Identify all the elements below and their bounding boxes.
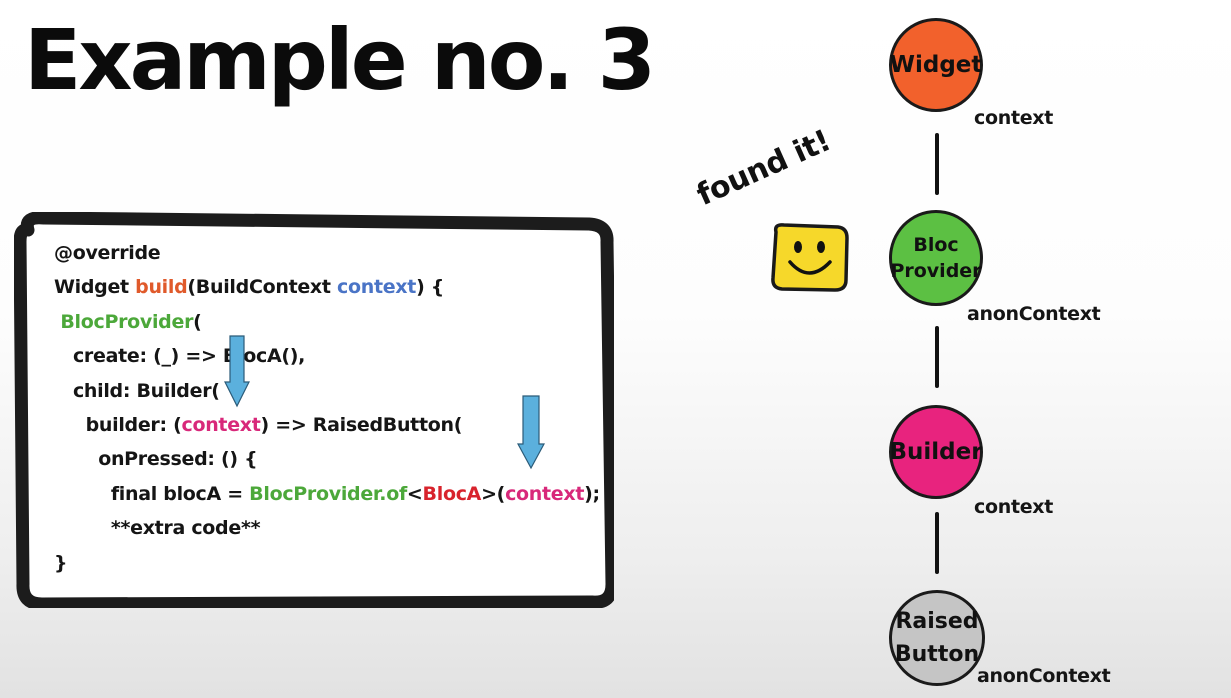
- node-builder: Builder: [889, 405, 983, 499]
- tree-edge: [935, 326, 939, 388]
- page-title: Example no. 3: [24, 11, 656, 109]
- node-label: Widget: [889, 52, 983, 78]
- code-token: BlocA: [422, 482, 482, 505]
- code-token: BlocProvider: [60, 310, 194, 333]
- code-token: Widget: [54, 276, 136, 299]
- found-it-label: found it!: [691, 123, 836, 213]
- node-context-label: anonContext: [977, 665, 1111, 687]
- code-token: build: [135, 276, 188, 299]
- code-token: >(: [481, 482, 506, 505]
- tree-edge: [935, 133, 939, 195]
- code-token: create: (_) => BlocA(),: [54, 345, 306, 368]
- code-token: @override: [54, 242, 161, 264]
- code-token: context: [505, 482, 585, 505]
- code-token: );: [584, 482, 600, 505]
- node-label: Builder: [889, 439, 983, 465]
- node-context-label: context: [974, 496, 1054, 518]
- code-token: BlocProvider.of: [249, 482, 407, 505]
- code-token: (: [193, 310, 202, 333]
- node-bloc-provider: Bloc Provider: [889, 210, 983, 306]
- code-token: }: [54, 551, 68, 574]
- code-token: context: [181, 413, 261, 436]
- node-context-label: anonContext: [967, 303, 1101, 325]
- node-widget: Widget: [889, 18, 983, 112]
- code-line: BlocProvider(: [54, 305, 594, 339]
- node-label: Bloc Provider: [890, 234, 982, 282]
- code-token: ) {: [416, 276, 444, 299]
- smiley-icon: [771, 223, 849, 292]
- code-token: builder: (: [54, 413, 182, 436]
- code-token: **extra code**: [54, 517, 261, 540]
- code-line: onPressed: () {: [54, 442, 594, 476]
- code-token: (BuildContext: [187, 276, 337, 299]
- code-token: final blocA =: [54, 482, 250, 505]
- pointer-arrow-2: [517, 395, 545, 470]
- code-line: }: [54, 546, 594, 580]
- tree-edge: [935, 512, 939, 574]
- node-context-label: context: [974, 107, 1054, 129]
- node-label: Raised Button: [894, 609, 980, 667]
- code-token: <: [406, 482, 423, 505]
- code-line: **extra code**: [54, 511, 594, 545]
- code-token: ) => RaisedButton(: [260, 413, 463, 436]
- pointer-arrow-1: [224, 335, 250, 408]
- code-token: context: [337, 276, 417, 299]
- code-line: create: (_) => BlocA(),: [54, 339, 594, 373]
- node-raised-button: Raised Button: [889, 590, 985, 686]
- code-line: final blocA = BlocProvider.of<BlocA>(con…: [54, 477, 600, 511]
- code-token: onPressed: () {: [54, 448, 258, 471]
- code-line: builder: (context) => RaisedButton(: [54, 408, 594, 442]
- code-token: child: Builder(: [54, 379, 220, 402]
- code-line: @override: [54, 236, 594, 270]
- code-line: Widget build(BuildContext context) {: [54, 270, 594, 304]
- code-snippet: @override Widget build(BuildContext conte…: [54, 236, 600, 580]
- code-line: child: Builder(: [54, 374, 594, 408]
